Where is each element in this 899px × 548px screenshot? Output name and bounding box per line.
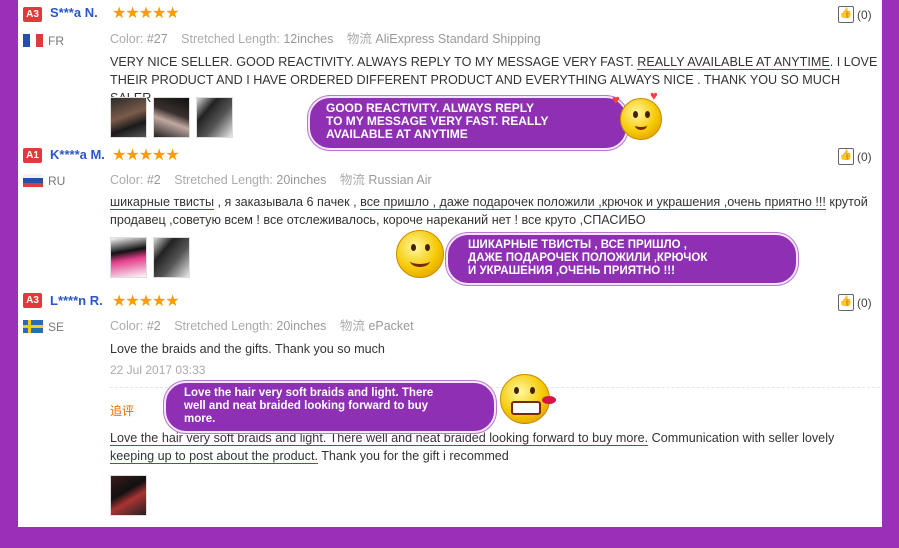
length-label: Stretched Length: [181, 32, 280, 46]
color-value: #2 [146, 173, 161, 187]
length-value: 12inches [283, 32, 334, 46]
review-text-highlight: все пришло , даже подарочек положили ,кр… [360, 195, 826, 210]
buyer-level-badge: A3 [23, 293, 42, 308]
review-text-part: Communication with seller lovely [648, 431, 835, 445]
review-text-highlight: REALLY AVAILABLE AT ANYTIME [637, 55, 830, 70]
callout-text: ШИКАРНЫЕ ТВИСТЫ , ВСЕ ПРИШЛО , ДАЖЕ ПОДА… [468, 239, 708, 277]
star-rating: ★★★★★ [112, 5, 180, 22]
flag-se-icon [23, 320, 43, 333]
helpful-count: (0) [857, 295, 872, 310]
review-photo[interactable] [110, 475, 147, 516]
product-attributes: Color: #2 Stretched Length: 20inches 物流 … [110, 315, 414, 334]
reviews-panel: A3 S***a N. ★★★★★ FR 👍 (0) Color: #27 St… [18, 0, 882, 527]
thumbs-up-icon: 👍 [838, 294, 854, 311]
country-code: FR [48, 34, 64, 48]
review-photos [110, 97, 233, 138]
review-photo[interactable] [196, 97, 233, 138]
heart-icon: ♥ [650, 88, 658, 103]
review-text-highlight: Love the hair very soft braids and light… [110, 431, 649, 446]
shipping-label: 物流 [346, 32, 372, 46]
review-text: Love the braids and the gifts. Thank you… [110, 342, 385, 356]
color-label: Color: [110, 32, 144, 46]
review-photo[interactable] [153, 237, 190, 278]
callout-text: GOOD REACTIVITY. ALWAYS REPLY TO MY MESS… [326, 101, 549, 141]
review-date: 22 Jul 2017 03:33 [110, 363, 206, 377]
review-photos [110, 475, 147, 516]
product-attributes: Color: #27 Stretched Length: 12inches 物流… [110, 28, 541, 47]
reviewer-name[interactable]: S***a N. [50, 5, 98, 20]
flag-ru-icon [23, 174, 43, 187]
review-text-highlight: шикарные твисты [110, 195, 215, 210]
shipping-value: ePacket [368, 319, 414, 333]
review-text: шикарные твисты , я заказывала 6 пачек ,… [110, 193, 880, 229]
callout-bubble: GOOD REACTIVITY. ALWAYS REPLY TO MY MESS… [308, 96, 628, 150]
reviewer-name[interactable]: K****a M. [50, 147, 105, 162]
color-value: #2 [146, 319, 161, 333]
rose-icon [542, 396, 556, 404]
shipping-label: 物流 [339, 319, 365, 333]
review-photo[interactable] [110, 237, 147, 278]
thumbs-up-icon: 👍 [838, 148, 854, 165]
product-attributes: Color: #2 Stretched Length: 20inches 物流 … [110, 169, 432, 188]
length-value: 20inches [276, 319, 327, 333]
callout-bubble: ШИКАРНЫЕ ТВИСТЫ , ВСЕ ПРИШЛО , ДАЖЕ ПОДА… [446, 233, 798, 285]
helpful-button[interactable]: 👍 (0) [838, 6, 872, 23]
buyer-level-badge: A3 [23, 7, 42, 22]
star-rating: ★★★★★ [112, 293, 180, 310]
length-value: 20inches [276, 173, 327, 187]
callout-text: Love the hair very soft braids and light… [184, 387, 434, 425]
smiley-kiss-icon [620, 98, 662, 140]
color-label: Color: [110, 173, 144, 187]
length-label: Stretched Length: [174, 319, 273, 333]
country-code: RU [48, 174, 66, 188]
thumbs-up-icon: 👍 [838, 6, 854, 23]
review-photos [110, 237, 190, 278]
flag-fr-icon [23, 34, 44, 47]
callout-bubble: Love the hair very soft braids and light… [164, 381, 496, 433]
color-label: Color: [110, 319, 144, 333]
helpful-button[interactable]: 👍 (0) [838, 148, 872, 165]
color-value: #27 [146, 32, 168, 46]
helpful-count: (0) [857, 7, 872, 22]
page: { "reviews": [ { "badge": "A3", "name": … [0, 0, 899, 548]
review-text-part: Thank you for the gift i recommed [317, 449, 509, 463]
shipping-value: Russian Air [368, 173, 432, 187]
buyer-level-badge: A1 [23, 148, 42, 163]
shipping-value: AliExpress Standard Shipping [375, 32, 541, 46]
heart-icon: ♥ [612, 92, 620, 107]
reviewer-name[interactable]: L****n R. [50, 293, 103, 308]
country-code: SE [48, 320, 65, 334]
review-text-highlight: keeping up to post about the product. [110, 449, 318, 464]
review-text-part: VERY NICE SELLER. GOOD REACTIVITY. ALWAY… [110, 55, 638, 69]
star-rating: ★★★★★ [112, 147, 180, 164]
review-text-part: , я заказывала 6 пачек , [214, 195, 361, 209]
helpful-button[interactable]: 👍 (0) [838, 294, 872, 311]
smiley-icon [396, 230, 444, 278]
review-photo[interactable] [110, 97, 147, 138]
helpful-count: (0) [857, 149, 872, 164]
shipping-label: 物流 [339, 173, 365, 187]
length-label: Stretched Length: [174, 173, 273, 187]
followup-text: Love the hair very soft braids and light… [110, 429, 880, 465]
review-photo[interactable] [153, 97, 190, 138]
followup-label: 追评 [110, 404, 135, 418]
